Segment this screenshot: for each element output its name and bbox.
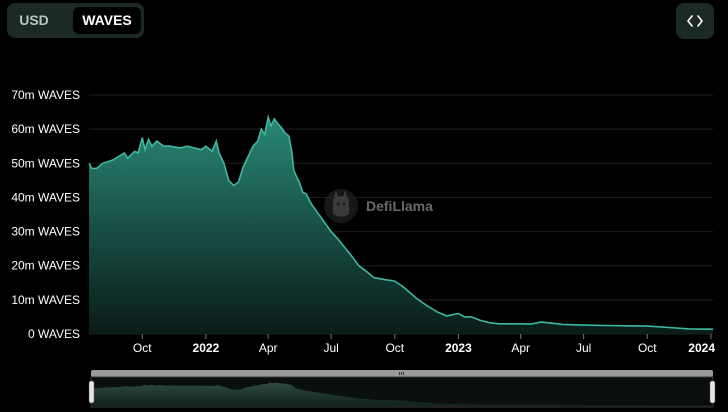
x-tick-label: Oct bbox=[385, 341, 404, 355]
watermark-text: DefiLlama bbox=[366, 198, 433, 214]
x-axis: Oct 2022 Apr Jul Oct 2023 Apr Jul Oct 2024 bbox=[133, 334, 715, 355]
tvl-area-chart: 0 WAVES 10m WAVES 20m WAVES 30m WAVES 40m WA… bbox=[11, 88, 716, 408]
y-tick-label: 70m WAVES bbox=[11, 88, 80, 102]
x-tick-label: 2022 bbox=[193, 341, 220, 355]
range-brush[interactable] bbox=[88, 370, 716, 408]
brush-right-handle[interactable] bbox=[709, 380, 716, 404]
brush-grip-icon[interactable] bbox=[399, 372, 404, 375]
x-tick-label: Jul bbox=[323, 341, 338, 355]
series-area bbox=[89, 117, 713, 334]
x-tick-label: Oct bbox=[638, 341, 657, 355]
x-tick-label: Oct bbox=[133, 341, 152, 355]
brush-left-handle[interactable] bbox=[88, 380, 95, 404]
x-tick-label: 2024 bbox=[688, 341, 715, 355]
y-tick-label: 10m WAVES bbox=[11, 293, 80, 307]
y-tick-label: 20m WAVES bbox=[11, 259, 80, 273]
x-tick-label: Apr bbox=[259, 341, 278, 355]
x-tick-label: Apr bbox=[511, 341, 530, 355]
y-tick-label: 0 WAVES bbox=[28, 327, 80, 341]
llama-logo-icon bbox=[324, 189, 358, 223]
y-tick-label: 30m WAVES bbox=[11, 225, 80, 239]
x-tick-label: 2023 bbox=[445, 341, 472, 355]
y-tick-label: 40m WAVES bbox=[11, 190, 80, 204]
y-tick-label: 50m WAVES bbox=[11, 156, 80, 170]
y-tick-label: 60m WAVES bbox=[11, 122, 80, 136]
x-tick-label: Jul bbox=[576, 341, 591, 355]
defillama-watermark: DefiLlama bbox=[324, 189, 433, 223]
y-axis: 0 WAVES 10m WAVES 20m WAVES 30m WAVES 40m WA… bbox=[11, 88, 80, 341]
